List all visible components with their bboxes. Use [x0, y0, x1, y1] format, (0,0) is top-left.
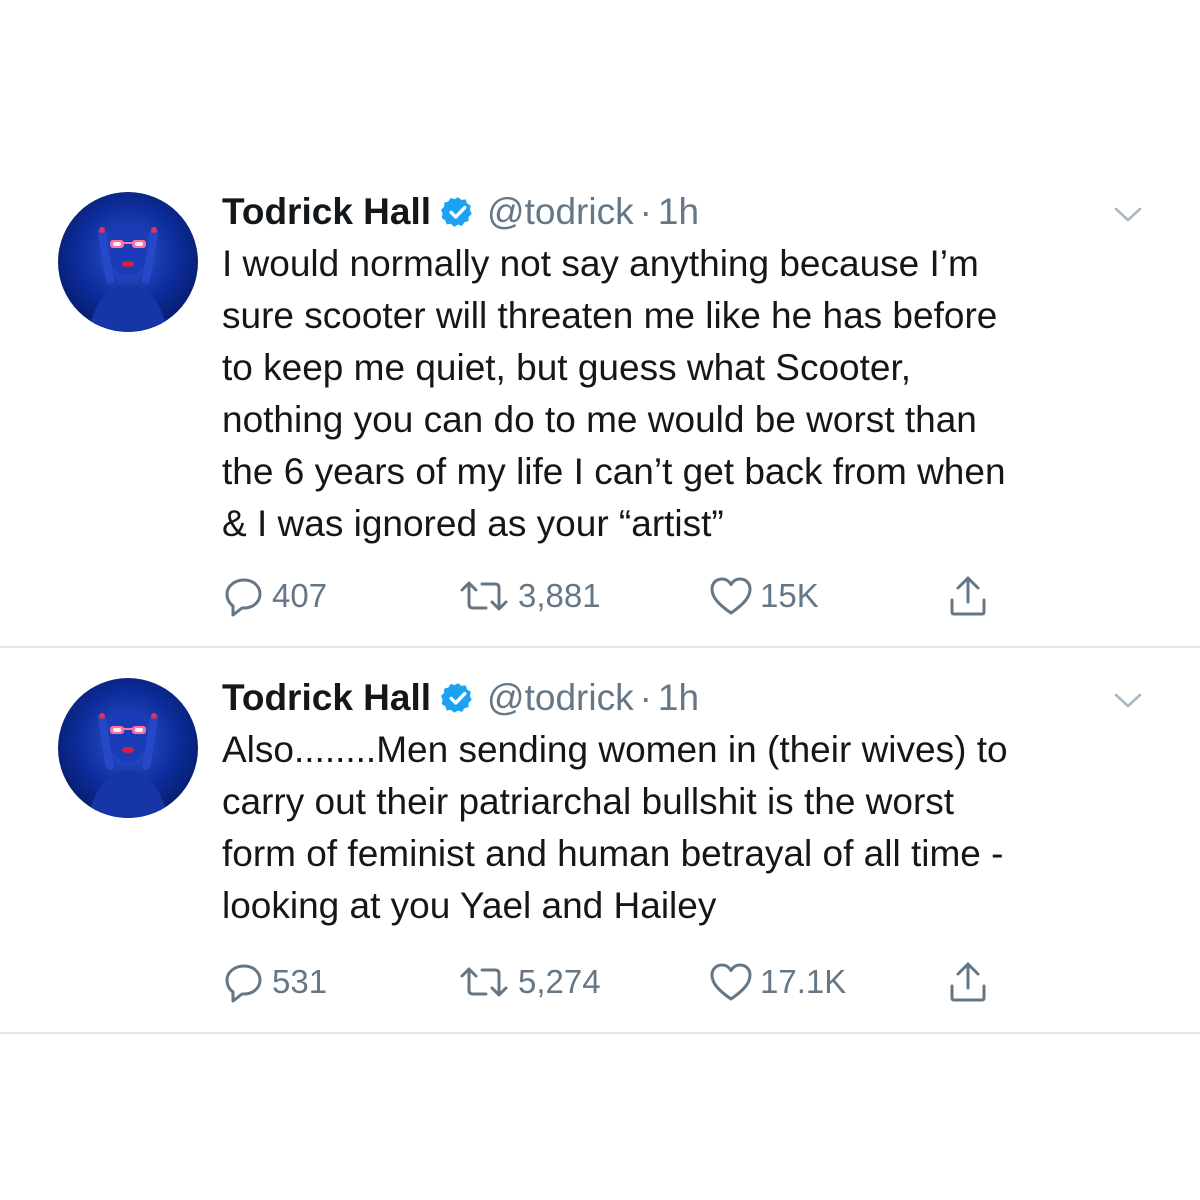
tweet-divider: [0, 646, 1200, 648]
display-name[interactable]: Todrick Hall: [222, 191, 431, 233]
timestamp[interactable]: 1h: [658, 191, 699, 233]
tweet-header: Todrick Hall @todrick · 1h: [222, 676, 699, 720]
like-button[interactable]: 15K: [708, 574, 819, 618]
reply-icon: [225, 964, 262, 1003]
share-button[interactable]: [944, 960, 992, 1004]
tweet-text: I would normally not say anything becaus…: [222, 243, 1006, 544]
tweet-actions: 407 3,881 15K: [222, 574, 1022, 618]
display-name[interactable]: Todrick Hall: [222, 677, 431, 719]
share-icon: [950, 576, 986, 616]
tweet-header: Todrick Hall @todrick · 1h: [222, 190, 699, 234]
like-count: 15K: [760, 577, 819, 614]
like-button[interactable]: 17.1K: [708, 960, 846, 1004]
share-button[interactable]: [944, 574, 992, 618]
tweet[interactable]: Todrick Hall @todrick · 1h I would norma…: [0, 190, 1200, 646]
tweet-divider: [0, 1032, 1200, 1034]
share-icon: [950, 962, 986, 1002]
retweet-button[interactable]: 5,274: [456, 960, 601, 1004]
handle[interactable]: @todrick: [487, 677, 634, 719]
retweet-button[interactable]: 3,881: [456, 574, 601, 618]
reply-icon: [225, 578, 262, 617]
like-icon: [710, 577, 752, 615]
tweet-actions: 531 5,274 17.1K: [222, 960, 1022, 1004]
retweet-count: 3,881: [518, 577, 601, 614]
tweet[interactable]: Todrick Hall @todrick · 1h Also........M…: [0, 676, 1200, 1032]
verified-badge-icon: [441, 681, 475, 715]
reply-button[interactable]: 531: [222, 960, 327, 1004]
retweet-icon: [460, 967, 508, 997]
separator-dot: ·: [639, 191, 652, 232]
separator-dot: ·: [639, 677, 652, 718]
reply-button[interactable]: 407: [222, 574, 327, 618]
chevron-down-icon[interactable]: [1112, 198, 1144, 230]
reply-count: 531: [272, 963, 328, 1000]
handle[interactable]: @todrick: [487, 191, 634, 233]
avatar[interactable]: [58, 678, 198, 818]
like-icon: [710, 963, 752, 1001]
tweet-text: Also........Men sending women in (their …: [222, 729, 1008, 926]
verified-badge-icon: [441, 195, 475, 229]
retweet-icon: [460, 581, 508, 611]
like-count: 17.1K: [760, 963, 847, 1000]
retweet-count: 5,274: [518, 963, 601, 1000]
avatar[interactable]: [58, 192, 198, 332]
chevron-down-icon[interactable]: [1112, 684, 1144, 716]
timestamp[interactable]: 1h: [658, 677, 699, 719]
reply-count: 407: [272, 577, 328, 614]
